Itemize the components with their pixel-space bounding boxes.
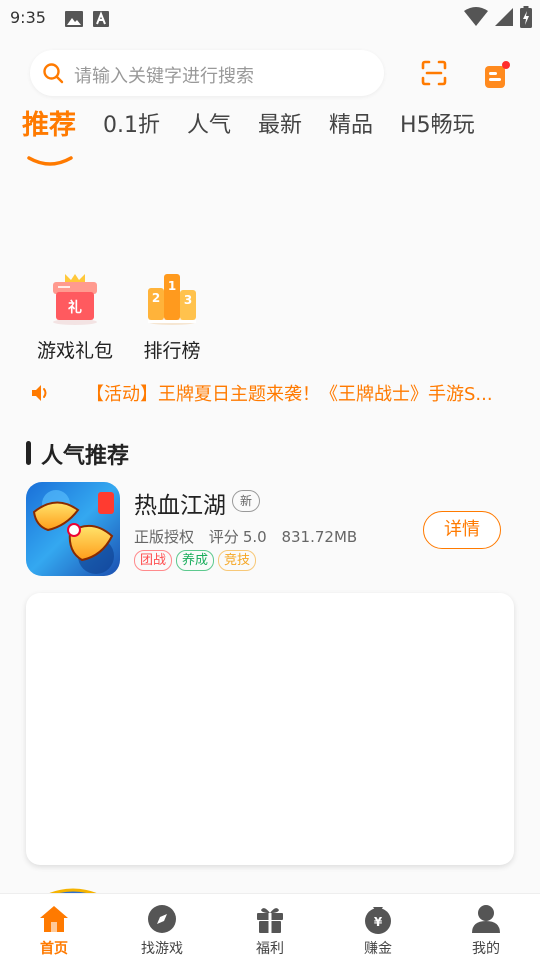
game-rating-label: 评分 bbox=[208, 528, 239, 546]
search-row: 请输入关键字进行搜索 bbox=[0, 50, 540, 98]
game-tag: 竞技 bbox=[218, 550, 257, 571]
gift-box-text: 礼 bbox=[68, 299, 82, 316]
gift-icon bbox=[254, 903, 286, 935]
tab-newest[interactable]: 最新 bbox=[258, 108, 302, 148]
compass-icon bbox=[146, 903, 178, 935]
nav-label: 找游戏 bbox=[141, 941, 183, 957]
image-icon bbox=[64, 10, 84, 32]
new-badge: 新 bbox=[232, 490, 260, 512]
signal-icon bbox=[494, 7, 514, 31]
shortcut-label: 排行榜 bbox=[143, 340, 201, 362]
status-bar: 9:35 bbox=[0, 0, 540, 36]
game-rating-value: 5.0 bbox=[242, 528, 267, 546]
game-size: 831.72MB bbox=[281, 528, 358, 546]
rank-2-text: 2 bbox=[152, 291, 160, 305]
game-tag: 养成 bbox=[176, 550, 215, 571]
tab-h5[interactable]: H5畅玩 bbox=[400, 108, 475, 148]
home-icon bbox=[38, 903, 70, 935]
battery-icon bbox=[520, 6, 532, 32]
search-icon bbox=[42, 62, 64, 88]
notice-text: 【活动】王牌夏日主题来袭！《王牌战士》手游S... bbox=[86, 384, 493, 405]
nav-find-games[interactable]: 找游戏 bbox=[108, 894, 216, 960]
game-meta: 正版授权 评分 5.0 831.72MB bbox=[134, 526, 367, 547]
bottom-navigation: 首页 找游戏 福利 ¥ 赚金 我的 bbox=[0, 893, 540, 960]
search-placeholder: 请输入关键字进行搜索 bbox=[74, 66, 254, 87]
nav-label: 赚金 bbox=[364, 941, 392, 957]
scan-icon[interactable] bbox=[420, 59, 448, 91]
tab-discount[interactable]: 0.1折 bbox=[103, 108, 160, 148]
game-rating: 评分 5.0 bbox=[209, 528, 267, 546]
tab-featured[interactable]: 精品 bbox=[329, 108, 373, 148]
nav-label: 我的 bbox=[472, 941, 500, 957]
wifi-icon bbox=[464, 7, 488, 31]
user-icon bbox=[470, 903, 502, 935]
category-tabs: 推荐 0.1折 人气 最新 精品 H5畅玩 bbox=[22, 108, 502, 166]
status-time: 9:35 bbox=[10, 8, 46, 27]
game-icon bbox=[26, 482, 120, 576]
game-media-card[interactable] bbox=[26, 593, 514, 865]
tab-popular[interactable]: 人气 bbox=[187, 108, 231, 148]
speaker-icon bbox=[30, 383, 52, 407]
nav-home[interactable]: 首页 bbox=[0, 894, 108, 960]
money-bag-icon: ¥ bbox=[362, 903, 394, 935]
shortcut-gift-pack[interactable]: 礼 游戏礼包 bbox=[35, 268, 115, 363]
detail-button[interactable]: 详情 bbox=[423, 511, 501, 549]
gift-box-icon: 礼 bbox=[45, 268, 105, 328]
game-tag: 团战 bbox=[134, 550, 173, 571]
money-bag-text: ¥ bbox=[374, 915, 383, 929]
game-title: 热血江湖 bbox=[134, 493, 226, 519]
message-badge bbox=[502, 61, 510, 69]
message-icon[interactable] bbox=[482, 60, 512, 94]
tab-label: 推荐 bbox=[22, 110, 76, 141]
nav-me[interactable]: 我的 bbox=[432, 894, 540, 960]
shortcut-ranking[interactable]: 2 1 3 排行榜 bbox=[132, 268, 212, 363]
game-tags: 团战 养成 竞技 bbox=[134, 550, 257, 571]
game-list-item[interactable]: 热血江湖 新 正版授权 评分 5.0 831.72MB 团战 养成 竞技 详情 bbox=[26, 482, 514, 578]
tab-recommend[interactable]: 推荐 bbox=[22, 108, 76, 166]
rank-3-text: 3 bbox=[184, 293, 192, 307]
font-icon bbox=[92, 10, 110, 32]
search-input[interactable]: 请输入关键字进行搜索 bbox=[30, 50, 384, 96]
nav-earn[interactable]: ¥ 赚金 bbox=[324, 894, 432, 960]
notice-bar[interactable]: 【活动】王牌夏日主题来袭！《王牌战士》手游S... bbox=[30, 378, 510, 408]
nav-label: 首页 bbox=[40, 941, 68, 957]
rank-1-text: 1 bbox=[168, 279, 176, 293]
podium-icon: 2 1 3 bbox=[142, 268, 202, 328]
game-license: 正版授权 bbox=[134, 528, 195, 546]
active-tab-indicator bbox=[26, 142, 74, 178]
shortcut-label: 游戏礼包 bbox=[36, 340, 113, 362]
section-marker bbox=[26, 441, 31, 465]
nav-welfare[interactable]: 福利 bbox=[216, 894, 324, 960]
section-title: 人气推荐 bbox=[41, 444, 130, 469]
nav-label: 福利 bbox=[256, 941, 284, 957]
